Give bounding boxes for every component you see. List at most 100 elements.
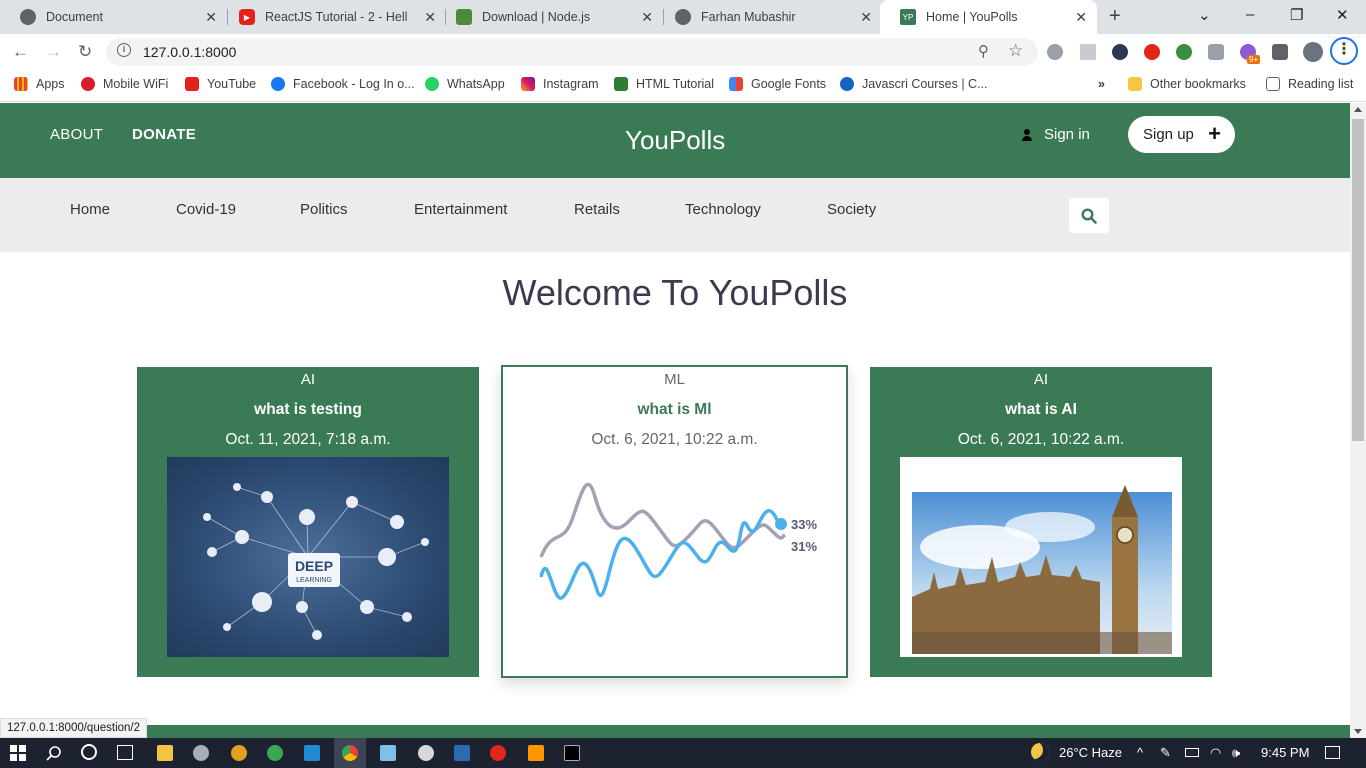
- poll-card-highlighted[interactable]: ML what is Ml Oct. 6, 2021, 10:22 a.m. 3…: [501, 365, 848, 678]
- nav-retails[interactable]: Retails: [574, 201, 620, 218]
- scrollbar-thumb[interactable]: [1352, 119, 1364, 441]
- compass-app-icon[interactable]: [231, 745, 247, 761]
- weather-text[interactable]: 26°C Haze: [1059, 745, 1122, 760]
- search-button[interactable]: [1069, 198, 1109, 233]
- terminal-icon[interactable]: [564, 745, 580, 761]
- bookmark-html-tutorial[interactable]: HTML Tutorial: [614, 77, 714, 91]
- close-icon[interactable]: ✕: [860, 9, 872, 26]
- vscode-icon[interactable]: [304, 745, 320, 761]
- tray-chevron-icon[interactable]: ^: [1137, 745, 1143, 760]
- tab-youpolls[interactable]: YP Home | YouPolls ✕: [880, 0, 1097, 34]
- puzzle-extensions-icon[interactable]: [1272, 44, 1288, 60]
- bookmark-instagram[interactable]: Instagram: [521, 77, 599, 91]
- bookmark-youtube[interactable]: YouTube: [185, 77, 256, 91]
- page-scrollbar[interactable]: [1350, 103, 1366, 738]
- colorful-extension-icon[interactable]: [1176, 44, 1192, 60]
- camera-extension-icon[interactable]: [1208, 44, 1224, 60]
- globe-extension-icon[interactable]: [1047, 44, 1063, 60]
- signin-link[interactable]: Sign in: [1022, 126, 1090, 143]
- window-app-icon[interactable]: [454, 745, 470, 761]
- scroll-down-arrow-icon[interactable]: [1354, 729, 1362, 734]
- nav-society[interactable]: Society: [827, 201, 876, 218]
- poll-card[interactable]: AI what is testing Oct. 11, 2021, 7:18 a…: [137, 367, 479, 677]
- bookmark-google-fonts[interactable]: Google Fonts: [729, 77, 826, 91]
- wifi-icon[interactable]: ◠: [1210, 745, 1221, 761]
- profile-avatar-icon[interactable]: [1303, 42, 1323, 62]
- color-app-icon[interactable]: [267, 745, 283, 761]
- clock-time[interactable]: 9:45 PM: [1261, 745, 1309, 760]
- menu-kebab-icon[interactable]: ⋮: [1330, 37, 1358, 65]
- back-icon[interactable]: ←: [12, 42, 29, 62]
- notepad-icon[interactable]: [380, 745, 396, 761]
- cortana-icon[interactable]: [81, 744, 97, 760]
- donate-link[interactable]: DONATE: [132, 126, 196, 143]
- poll-card[interactable]: AI what is AI Oct. 6, 2021, 10:22 a.m.: [870, 367, 1212, 677]
- tab-farhan[interactable]: Farhan Mubashir ✕: [655, 0, 882, 34]
- new-tab-icon[interactable]: +: [1109, 5, 1121, 28]
- more-bookmarks-icon[interactable]: »: [1098, 77, 1105, 91]
- poll-question[interactable]: what is testing: [137, 401, 479, 419]
- brand-logo[interactable]: YouPolls: [625, 125, 725, 156]
- nav-entertainment[interactable]: Entertainment: [414, 201, 507, 218]
- about-link[interactable]: ABOUT: [50, 126, 103, 143]
- sublime-text-icon[interactable]: [528, 745, 544, 761]
- close-icon[interactable]: ✕: [205, 9, 217, 26]
- forward-icon[interactable]: →: [45, 42, 62, 62]
- paint-icon[interactable]: [418, 745, 434, 761]
- opera-icon[interactable]: [490, 745, 506, 761]
- line-chart-image: 33% 31%: [533, 467, 823, 617]
- volume-icon[interactable]: 🕪: [1232, 745, 1240, 761]
- location-icon[interactable]: ⚲: [978, 42, 989, 60]
- bookmark-whatsapp[interactable]: WhatsApp: [425, 77, 505, 91]
- tab-title: Document: [46, 10, 103, 24]
- nav-home[interactable]: Home: [70, 201, 110, 218]
- bookmark-star-icon[interactable]: ☆: [1008, 41, 1023, 61]
- close-icon[interactable]: ✕: [1075, 9, 1087, 26]
- link-icon: [840, 77, 854, 91]
- address-bar[interactable]: i 127.0.0.1:8000 ⚲ ☆: [106, 38, 1038, 66]
- translate-extension-icon[interactable]: [1080, 44, 1096, 60]
- bookmark-facebook[interactable]: Facebook - Log In o...: [271, 77, 415, 91]
- nav-covid-19[interactable]: Covid-19: [176, 201, 236, 218]
- tab-react-tutorial[interactable]: ▶ ReactJS Tutorial - 2 - Hello W ✕: [219, 0, 446, 34]
- nav-politics[interactable]: Politics: [300, 201, 348, 218]
- bookmark-label: Apps: [36, 77, 65, 91]
- windows-start-icon[interactable]: [10, 745, 26, 761]
- windows-taskbar: 26°C Haze ^ ✎ ◠ 🕪 9:45 PM: [0, 738, 1366, 768]
- folder-icon: [1128, 77, 1142, 91]
- bookmark-mobile-wifi[interactable]: Mobile WiFi: [81, 77, 168, 91]
- task-view-icon[interactable]: [117, 745, 133, 760]
- site-info-icon[interactable]: i: [117, 43, 131, 57]
- pen-icon[interactable]: ✎: [1160, 745, 1171, 761]
- database-icon[interactable]: [193, 745, 209, 761]
- opera-extension-icon[interactable]: [1144, 44, 1160, 60]
- bookmark-other[interactable]: Other bookmarks: [1128, 77, 1246, 91]
- signup-button[interactable]: Sign up +: [1128, 116, 1235, 153]
- big-ben-image: [900, 457, 1182, 657]
- close-window-icon[interactable]: ✕: [1336, 6, 1349, 24]
- close-icon[interactable]: ✕: [424, 9, 436, 26]
- scroll-up-arrow-icon[interactable]: [1354, 107, 1362, 112]
- deep-learning-image: DEEP LEARNING: [167, 457, 449, 657]
- poll-question[interactable]: what is AI: [870, 401, 1212, 419]
- bookmark-javascript-courses[interactable]: Javascri Courses | C...: [840, 77, 988, 91]
- restore-icon[interactable]: ❐: [1290, 6, 1303, 24]
- file-explorer-icon[interactable]: [157, 745, 173, 761]
- battery-icon[interactable]: [1185, 748, 1199, 757]
- close-icon[interactable]: ✕: [641, 9, 653, 26]
- tab-title: Home | YouPolls: [926, 10, 1018, 24]
- cursor-extension-icon[interactable]: [1112, 44, 1128, 60]
- tab-search-icon[interactable]: ⌄: [1198, 6, 1211, 24]
- tab-document[interactable]: Document ✕: [0, 0, 227, 34]
- search-icon[interactable]: [46, 745, 62, 761]
- minimize-icon[interactable]: –: [1246, 6, 1254, 23]
- bookmark-reading-list[interactable]: Reading list: [1266, 77, 1353, 91]
- bookmark-apps[interactable]: Apps: [14, 77, 65, 91]
- url-text[interactable]: 127.0.0.1:8000: [143, 44, 236, 60]
- poll-question[interactable]: what is Ml: [503, 401, 846, 419]
- reload-icon[interactable]: ↻: [78, 42, 92, 62]
- notification-icon[interactable]: [1325, 746, 1340, 759]
- nav-technology[interactable]: Technology: [685, 201, 761, 218]
- chrome-icon[interactable]: [342, 745, 358, 761]
- tab-nodejs[interactable]: Download | Node.js ✕: [436, 0, 663, 34]
